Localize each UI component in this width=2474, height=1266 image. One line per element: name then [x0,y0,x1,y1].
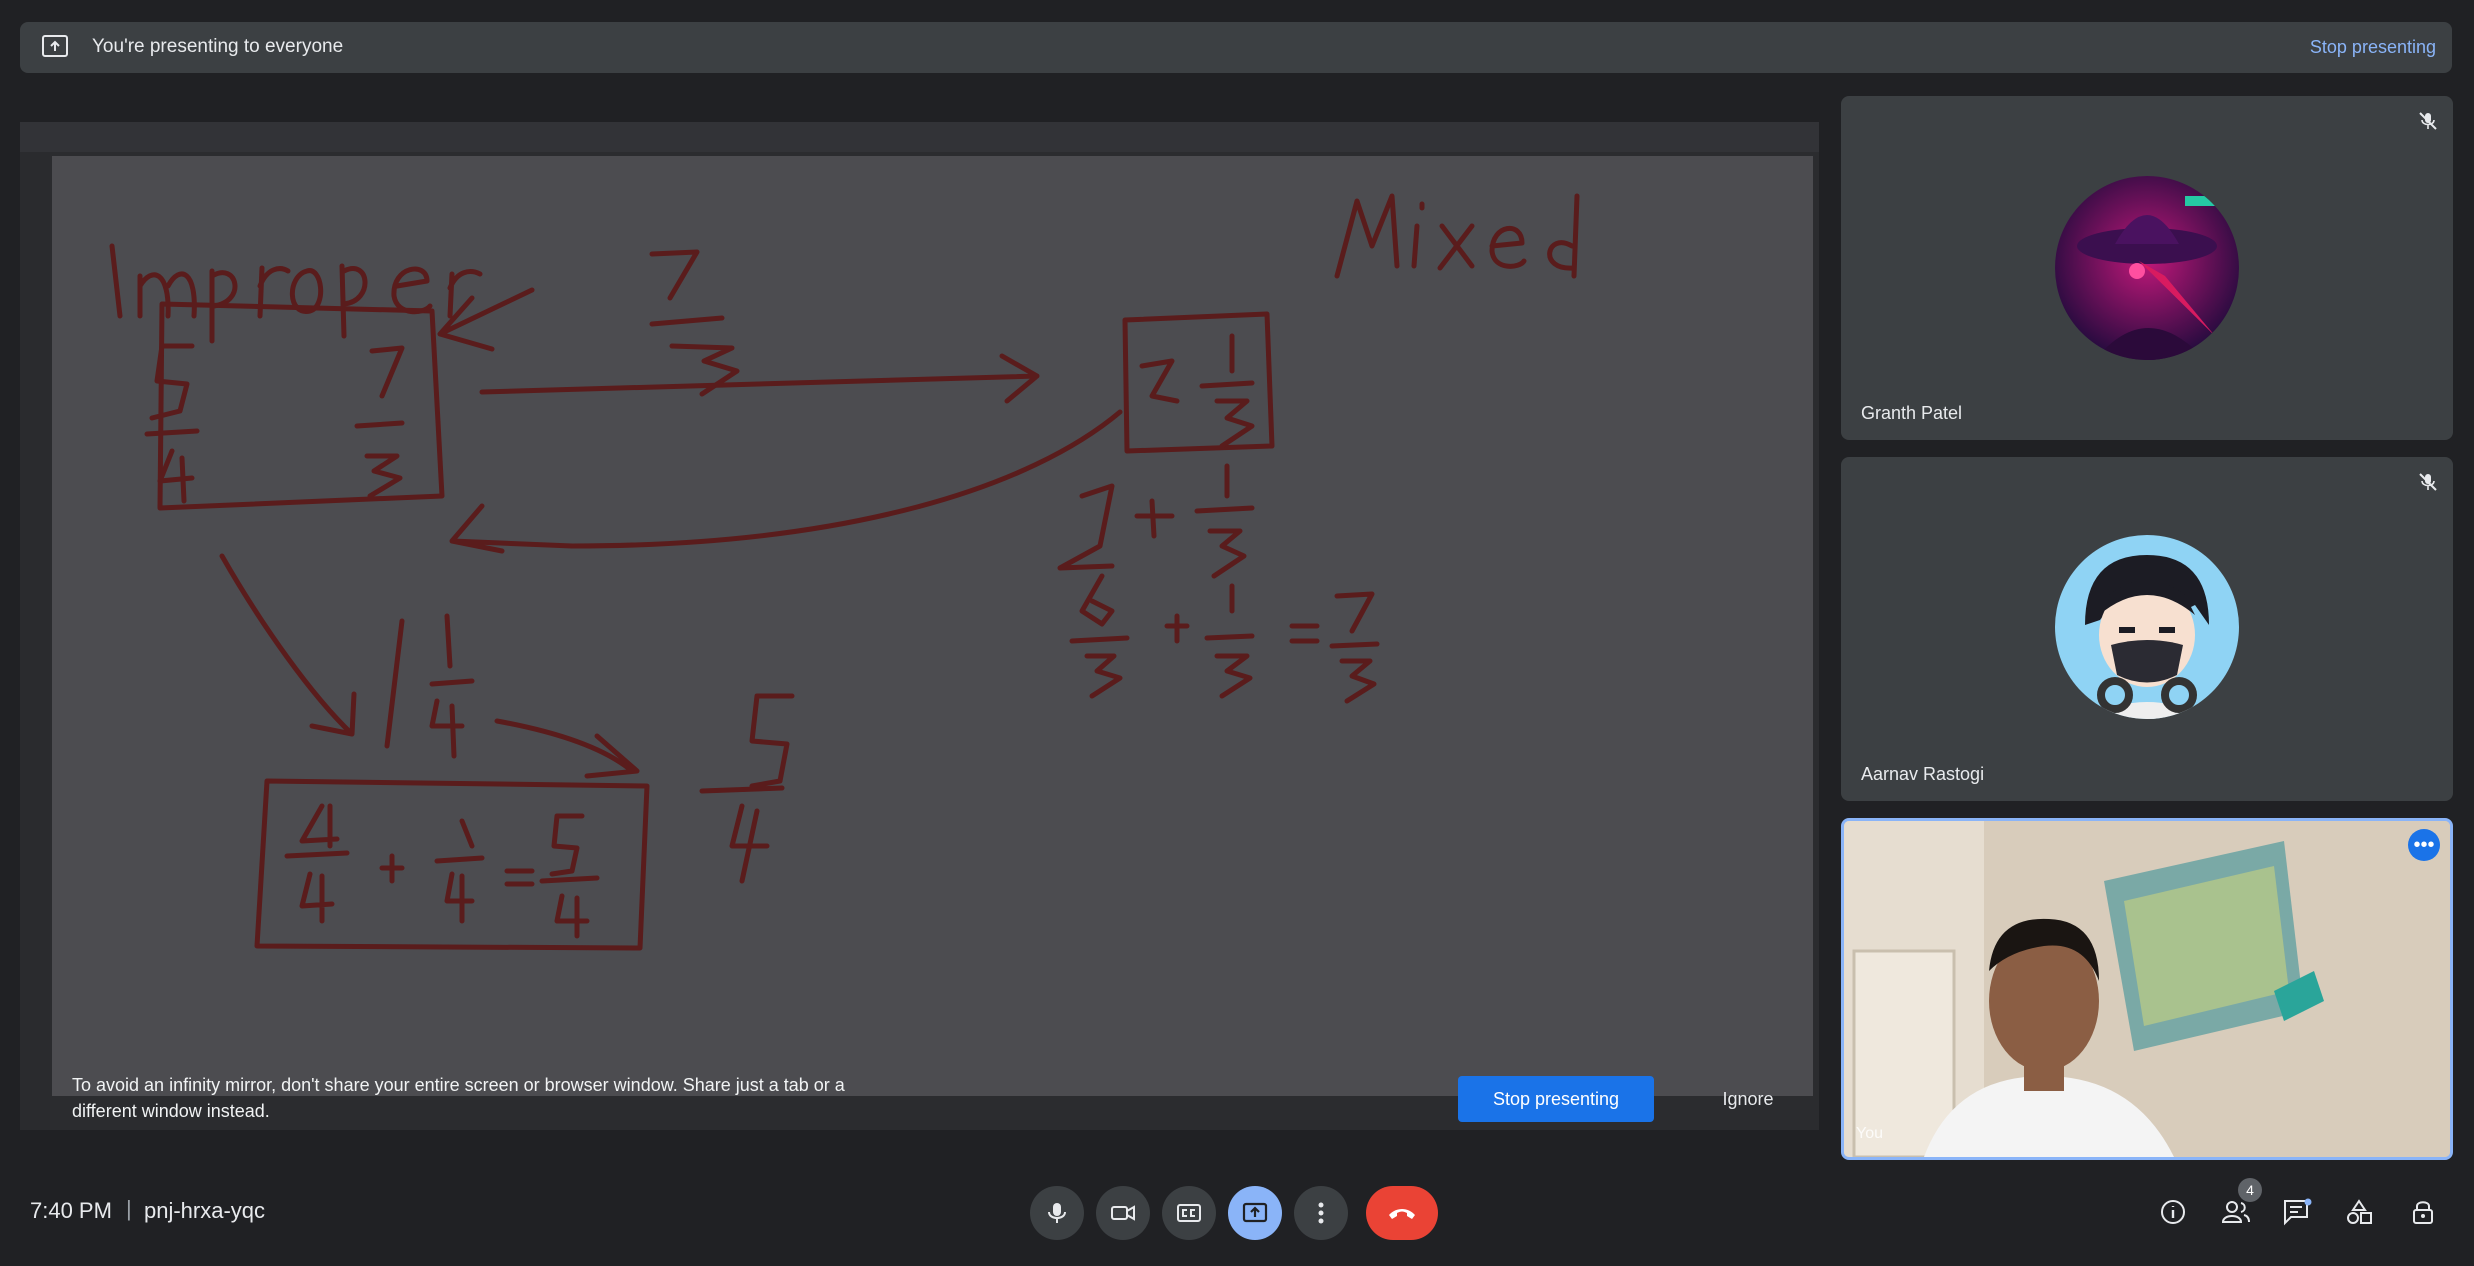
presenting-message: You're presenting to everyone [92,36,344,57]
whiteboard-tool-rail [20,152,50,1130]
avatar-plague-doctor [2055,176,2239,360]
whiteboard-drawing [109,193,1580,951]
shared-screen: To avoid an infinity mirror, don't share… [20,122,1819,1130]
meeting-time: 7:40 PM [30,1198,112,1223]
self-label: You [1856,1125,1883,1142]
fraction-7-3 [354,345,405,499]
warning-ignore-button[interactable]: Ignore [1688,1076,1808,1122]
presenting-banner: You're presenting to everyone Stop prese… [20,22,2452,73]
mic-off-icon [2419,473,2437,491]
host-controls-button[interactable] [2406,1195,2440,1229]
arrow-back [449,409,1123,554]
end-call-button[interactable] [1366,1186,1438,1240]
meeting-info-button[interactable] [2156,1195,2190,1229]
stop-presenting-link[interactable]: Stop presenting [2310,37,2436,58]
present-button[interactable] [1228,1186,1282,1240]
more-options-button[interactable] [1294,1186,1348,1240]
chat-icon [2284,1198,2312,1226]
more-options-icon[interactable]: ••• [2408,829,2440,861]
sum-4-4-plus-1-4 [284,803,600,939]
sum-6-3-plus-1-3 [1069,573,1380,704]
captions-icon [1177,1204,1201,1222]
activities-icon [2347,1199,2372,1224]
fraction-5-4 [144,343,200,504]
whiteboard-canvas [52,156,1813,1096]
host-controls-icon [2413,1201,2433,1224]
meeting-code: pnj-hrxa-yqc [144,1198,266,1223]
avatar-anime-masked [2055,535,2239,719]
meeting-separator: | [126,1196,132,1221]
camera-icon [1111,1205,1135,1221]
chat-button[interactable] [2280,1195,2314,1229]
participant-tile[interactable]: Granth Patel [1841,96,2453,440]
present-icon [1242,1202,1268,1223]
participant-name: Aarnav Rastogi [1861,764,1985,784]
infinity-mirror-warning: To avoid an infinity mirror, don't share… [72,1075,845,1121]
more-options-icon [1318,1202,1324,1224]
present-to-all-icon [42,35,68,57]
self-video-tile[interactable]: ••• You [1841,818,2453,1160]
people-icon [2221,1201,2250,1223]
fraction-5-4-right [699,693,795,884]
fraction-1-1-4 [384,613,475,759]
arrow-to-box [494,718,640,779]
heading-improper [109,243,483,344]
whiteboard-toolbar [20,122,1819,152]
warning-stop-presenting-button[interactable]: Stop presenting [1458,1076,1654,1122]
self-camera-feed [1844,821,2450,1157]
camera-button[interactable] [1096,1186,1150,1240]
participant-tile[interactable]: Aarnav Rastogi [1841,457,2453,801]
end-call-icon [1389,1209,1415,1219]
captions-button[interactable] [1162,1186,1216,1240]
activities-button[interactable] [2342,1195,2376,1229]
microphone-button[interactable] [1030,1186,1084,1240]
arrow-to-mixed [479,353,1040,404]
people-count-badge: 4 [2238,1178,2262,1202]
heading-mixed [1334,193,1580,279]
fraction-7-3-top [649,249,740,397]
info-icon [2161,1200,2185,1224]
sum-2-plus-1-3 [1057,463,1255,579]
arrow-to-one-fourth [219,553,357,737]
participant-name: Granth Patel [1861,403,1963,423]
mic-off-icon [2419,112,2437,130]
heading-arrow [437,287,535,352]
fraction-2-1-3 [1139,333,1255,449]
mic-icon [1048,1203,1066,1223]
